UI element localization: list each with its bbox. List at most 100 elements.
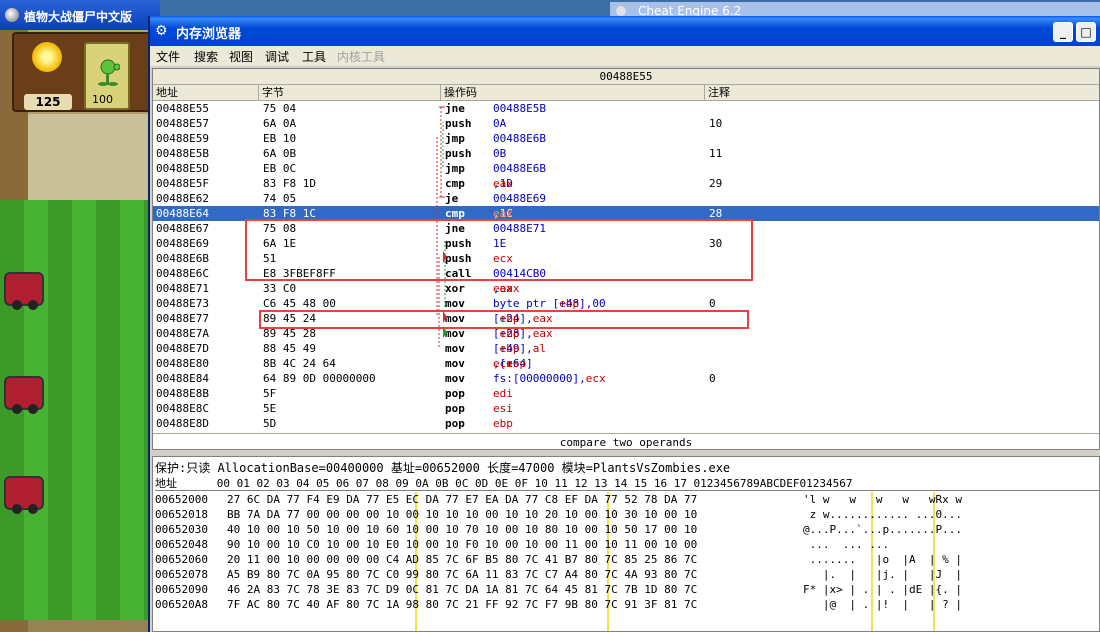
row-bytes: 33 C0 (263, 282, 297, 295)
game-titlebar[interactable]: 植物大战僵尸中文版 (0, 0, 160, 30)
menu-kernel-tools[interactable]: 内核工具 (337, 48, 385, 65)
hex-row[interactable]: 00652090 46 2A 83 7C 78 3E 83 7C D9 0C 81… (155, 582, 1099, 597)
menu-search[interactable]: 搜索 (194, 48, 218, 65)
hex-row[interactable]: 00652060 20 11 00 10 00 00 00 00 C4 AD 85… (155, 552, 1099, 567)
row-mnemonic: pop (445, 402, 465, 415)
row-operands: ecx ,[esp +64] (493, 357, 533, 370)
col-bytes[interactable]: 字节 (259, 85, 441, 101)
row-mnemonic: push (445, 117, 472, 130)
menu-file[interactable]: 文件 (156, 48, 180, 65)
row-address: 00488E57 (156, 117, 209, 130)
menu-tools[interactable]: 工具 (302, 48, 326, 65)
maximize-button[interactable]: □ (1076, 22, 1096, 42)
game-app-icon (5, 8, 19, 22)
row-operands: eax ,1D (493, 177, 513, 190)
minimize-button[interactable]: _ (1053, 22, 1073, 42)
hex-row-address: 006520A8 (155, 598, 208, 611)
hex-row-address: 00652000 (155, 493, 208, 506)
menu-bar: 文件 搜索 视图 调试 工具 内核工具 (150, 46, 1100, 66)
hex-row-bytes: 27 6C DA 77 F4 E9 DA 77 E5 EC DA 77 E7 E… (227, 493, 698, 506)
row-operands: eax, eax (493, 282, 520, 295)
disassembler-panel[interactable]: 00488E55 地址 字节 操作码 注释 00488E55 75 04 jne 00… (152, 68, 1100, 450)
row-bytes: 5F (263, 387, 277, 400)
row-address: 00488E62 (156, 192, 209, 205)
row-mnemonic: pop (445, 417, 465, 430)
row-comment: 29 (709, 177, 723, 190)
disasm-row[interactable]: 00488E8C 5E pop esi (153, 401, 1099, 416)
hex-row[interactable]: 006520A8 7F AC 80 7C 40 AF 80 7C 1A 98 80… (155, 597, 1099, 612)
row-mnemonic: push (445, 147, 472, 160)
hex-row-ascii: @...P...`...p.......P... (803, 523, 962, 536)
hex-view-panel[interactable]: 保护:只读 AllocationBase=00400000 基址=0065200… (152, 456, 1100, 632)
memory-viewer-titlebar[interactable]: ⚙ 内存浏览器 _ □ (150, 16, 1100, 46)
hex-row-ascii: ....... |o |A | % | (803, 553, 962, 566)
hex-row[interactable]: 00652048 90 10 00 10 C0 10 00 10 E0 10 00… (155, 537, 1099, 552)
hex-row[interactable]: 00652000 27 6C DA 77 F4 E9 DA 77 E5 EC DA… (155, 492, 1099, 507)
disasm-row[interactable]: 00488E8D 5D pop ebp (153, 416, 1099, 431)
peashooter-seed-packet[interactable]: 100 (84, 42, 130, 110)
seed-tray: 125 100 (12, 32, 150, 112)
region-info: 保护:只读 AllocationBase=00400000 基址=0065200… (155, 461, 731, 475)
row-bytes: 6A 0B (263, 147, 297, 160)
disasm-row[interactable]: 00488E7D 88 45 49 mov [ebp +49], al (153, 341, 1099, 356)
hex-row-address: 00652078 (155, 568, 208, 581)
row-bytes: C6 45 48 00 (263, 297, 336, 310)
disasm-row[interactable]: 00488E57 6A 0A push 0A 10 (153, 116, 1099, 131)
row-mnemonic: mov (445, 357, 465, 370)
cheat-engine-icon (616, 6, 626, 16)
row-address: 00488E6C (156, 267, 209, 280)
hex-row-bytes: 40 10 00 10 50 10 00 10 60 10 00 10 70 1… (227, 523, 698, 536)
memory-viewer-window: ⚙ 内存浏览器 _ □ 文件 搜索 视图 调试 工具 内核工具 00488E55… (148, 16, 1100, 632)
gear-icon: ⚙ (155, 23, 168, 39)
disasm-row[interactable]: 00488E71 33 C0 xor eax, eax (153, 281, 1099, 296)
hex-row[interactable]: 00652030 40 10 00 10 50 10 00 10 60 10 00… (155, 522, 1099, 537)
menu-view[interactable]: 视图 (229, 48, 253, 65)
row-comment: 0 (709, 297, 716, 310)
hex-row-bytes: 90 10 00 10 C0 10 00 10 E0 10 00 10 F0 1… (227, 538, 698, 551)
row-address: 00488E55 (156, 102, 209, 115)
row-bytes: EB 10 (263, 132, 297, 145)
row-operands: 00488E6B (493, 132, 546, 145)
disasm-row[interactable]: 00488E84 64 89 0D 00000000 mov fs:[00000000… (153, 371, 1099, 386)
col-opcode[interactable]: 操作码 (441, 85, 705, 101)
hex-row-ascii: |. | |j. | |J | (803, 568, 962, 581)
row-mnemonic: jmp (445, 132, 465, 145)
lawn[interactable] (0, 200, 150, 620)
row-mnemonic: pop (445, 387, 465, 400)
disasm-row[interactable]: 00488E59 EB 10 jmp 00488E6B (153, 131, 1099, 146)
row-address: 00488E84 (156, 372, 209, 385)
row-address: 00488E7A (156, 327, 209, 340)
row-address: 00488E69 (156, 237, 209, 250)
row-bytes: 83 F8 1D (263, 177, 316, 190)
hex-row[interactable]: 00652018 BB 7A DA 77 00 00 00 00 10 00 10… (155, 507, 1099, 522)
game-area[interactable]: 125 100 (0, 30, 150, 632)
row-address: 00488E73 (156, 297, 209, 310)
hex-row[interactable]: 00652078 A5 B9 80 7C 0A 95 80 7C C0 99 80… (155, 567, 1099, 582)
row-address: 00488E67 (156, 222, 209, 235)
disasm-row[interactable]: 00488E5B 6A 0B push 0B 11 (153, 146, 1099, 161)
disasm-row[interactable]: 00488E5D EB 0C jmp 00488E6B (153, 161, 1099, 176)
row-mnemonic: mov (445, 372, 465, 385)
disasm-row[interactable]: 00488E62 74 05 je 00488E69 (153, 191, 1099, 206)
disasm-row[interactable]: 00488E5F 83 F8 1D cmp eax ,1D 29 (153, 176, 1099, 191)
menu-debug[interactable]: 调试 (265, 48, 289, 65)
row-bytes: 8B 4C 24 64 (263, 357, 336, 370)
hex-row-bytes: BB 7A DA 77 00 00 00 00 10 00 10 10 10 0… (227, 508, 698, 521)
hex-row-ascii: 'l w w w w wRx w (803, 493, 962, 506)
disasm-row[interactable]: 00488E73 C6 45 48 00 mov byte ptr [ebp +48],… (153, 296, 1099, 311)
row-bytes: 74 05 (263, 192, 297, 205)
row-address: 00488E80 (156, 357, 209, 370)
seed-cost: 100 (92, 93, 113, 106)
row-operands: 00488E5B (493, 102, 546, 115)
row-bytes: 5D (263, 417, 277, 430)
sun-icon (32, 42, 62, 72)
row-address: 00488E8D (156, 417, 209, 430)
sun-counter: 125 (24, 94, 72, 110)
row-operands: 0B (493, 147, 507, 160)
row-bytes: 64 89 0D 00000000 (263, 372, 376, 385)
disasm-row[interactable]: 00488E80 8B 4C 24 64 mov ecx ,[esp +64] (153, 356, 1099, 371)
col-comment[interactable]: 注释 (705, 85, 1099, 101)
col-address[interactable]: 地址 (153, 85, 259, 101)
disasm-row[interactable]: 00488E8B 5F pop edi (153, 386, 1099, 401)
disasm-row[interactable]: 00488E55 75 04 jne 00488E5B (153, 101, 1099, 116)
